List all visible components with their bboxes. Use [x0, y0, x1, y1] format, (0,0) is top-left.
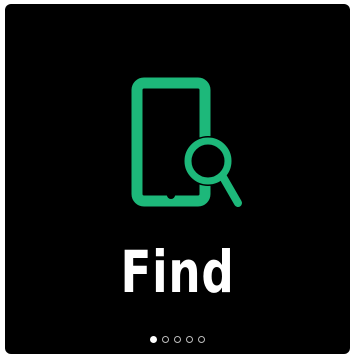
page-dot-3 [174, 336, 181, 343]
page-indicator [5, 336, 350, 343]
page-dot-5 [198, 336, 205, 343]
page-dot-4 [186, 336, 193, 343]
page-dot-1 [150, 336, 157, 343]
watch-screen[interactable]: Find [5, 4, 350, 354]
screen-title: Find [120, 238, 235, 306]
page-dot-2 [162, 336, 169, 343]
phone-search-icon [128, 76, 244, 216]
